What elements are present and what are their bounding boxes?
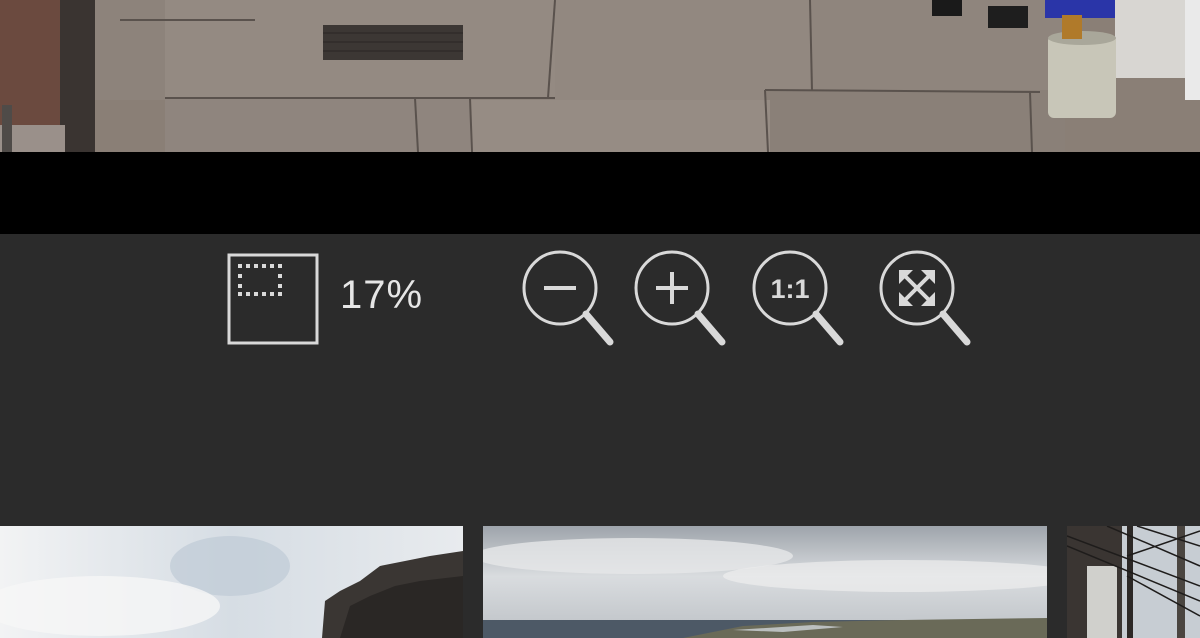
fit-screen-button[interactable] [877, 248, 973, 348]
zoom-level-readout: 17% [340, 273, 424, 317]
zoom-out-button[interactable] [520, 248, 616, 348]
actual-size-button[interactable]: 1:1 [750, 248, 846, 348]
panel-spacer [0, 361, 1200, 526]
zoom-in-button[interactable] [632, 248, 728, 348]
main-photo[interactable] [0, 0, 1200, 152]
fit-screen-icon [879, 250, 971, 346]
actual-size-label: 1:1 [770, 274, 809, 304]
thumbnail-power-lines[interactable] [1067, 526, 1200, 638]
thumbnail-cliff[interactable] [0, 526, 463, 638]
fit-to-window-icon [227, 253, 319, 345]
letterbox-bar [0, 152, 1200, 234]
filmstrip [0, 526, 1200, 638]
zoom-out-icon [522, 250, 614, 346]
actual-size-icon: 1:1 [752, 250, 844, 346]
thumbnail-sea-horizon[interactable] [483, 526, 1047, 638]
fit-to-window-button[interactable] [226, 252, 320, 346]
zoom-in-icon [634, 250, 726, 346]
